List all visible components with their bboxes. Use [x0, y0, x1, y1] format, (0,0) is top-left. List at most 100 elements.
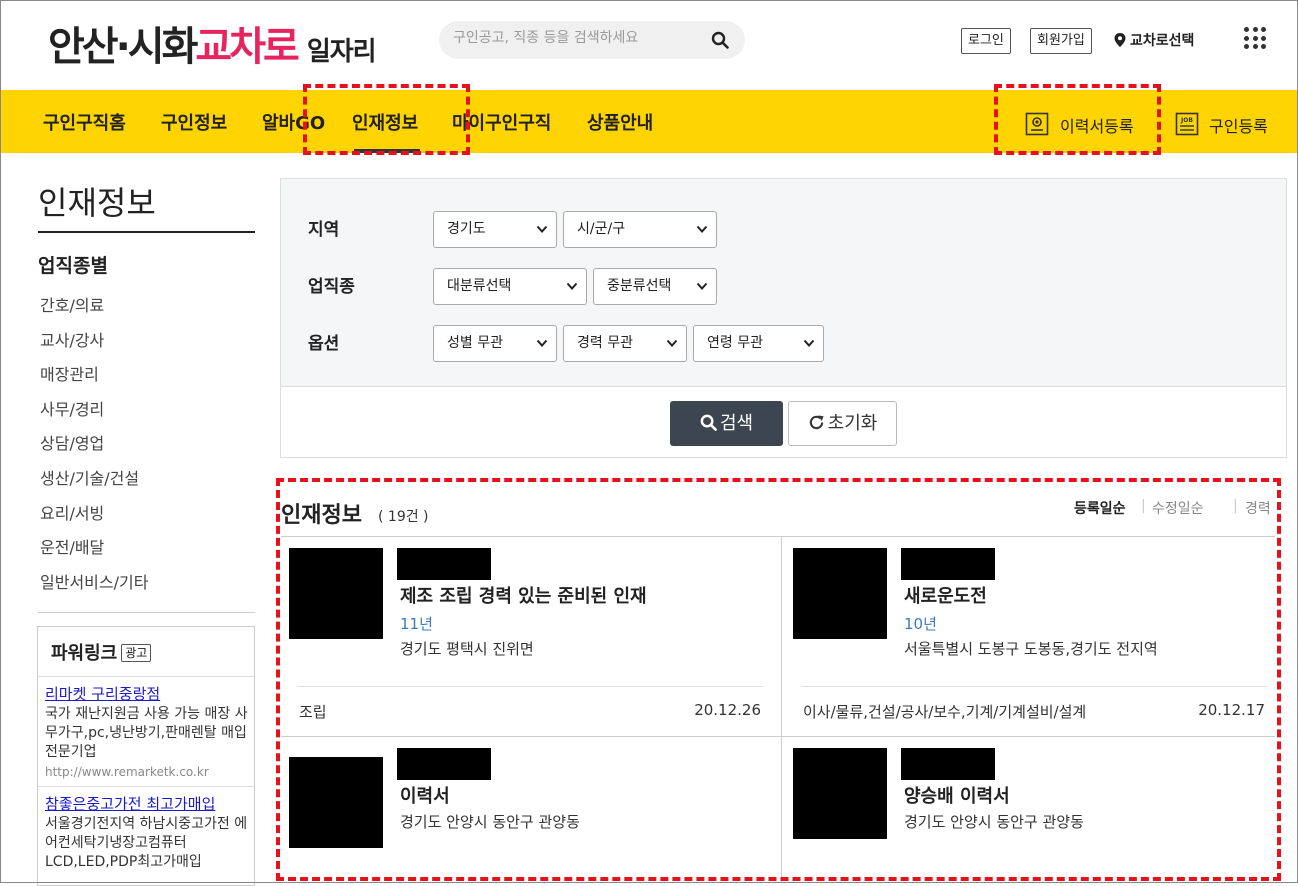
nav-item-jobs[interactable]: 구인정보 — [161, 109, 227, 135]
gender-value: 성별 무관 — [447, 335, 503, 351]
card-title[interactable]: 제조 조립 경력 있는 준비된 인재 — [400, 582, 647, 608]
powerlink-ads: 파워링크 광고 리마켓 구리중랑점 국가 재난지원금 사용 가능 매장 사무가구,… — [37, 626, 255, 886]
refresh-icon — [809, 415, 824, 430]
talent-card[interactable]: 양승배 이력서 경기도 안양시 동안구 관양동 — [785, 737, 1279, 882]
sort-divider: | — [1141, 498, 1146, 514]
logo-part1: 안산·시화 — [48, 24, 198, 70]
chevron-down-icon — [566, 282, 578, 290]
sort-divider: | — [1233, 498, 1238, 514]
ad-link[interactable]: 참좋은중고가전 최고가매입 — [45, 793, 248, 815]
search-icon — [700, 414, 717, 431]
login-button[interactable]: 로그인 — [961, 28, 1011, 54]
sidebar-title-underline — [38, 231, 255, 233]
major-category-select[interactable]: 대분류선택 — [433, 268, 587, 305]
sidebar-divider — [38, 612, 255, 613]
job-register-link[interactable]: 구인등록 — [1209, 113, 1268, 137]
ad-description: 국가 재난지원금 사용 가능 매장 사무가구,pc,냉난방기,판매렌탈 매입 전… — [45, 706, 248, 760]
search-button[interactable]: 검색 — [670, 401, 783, 446]
nav-item-talent[interactable]: 인재정보 — [352, 109, 418, 135]
category-item[interactable]: 간호/의료 — [40, 294, 148, 329]
nav-item-home[interactable]: 구인구직홈 — [43, 109, 126, 135]
resume-icon — [1025, 112, 1049, 136]
results-title: 인재정보 — [281, 503, 362, 528]
search-icon[interactable] — [711, 31, 729, 49]
profile-photo-redacted — [793, 748, 887, 839]
category-item[interactable]: 생산/기술/건설 — [40, 467, 148, 502]
location-select[interactable]: 교차로선택 — [1114, 30, 1194, 50]
middle-category-value: 중분류선택 — [607, 278, 672, 294]
sidebar-subtitle: 업직종별 — [38, 255, 108, 277]
svg-text:JOB: JOB — [1180, 117, 1193, 124]
ad-url[interactable]: http://www.remarketk.co.kr — [45, 762, 248, 782]
profile-photo-redacted — [289, 548, 383, 639]
card-title[interactable]: 양승배 이력서 — [904, 782, 1010, 808]
name-redacted — [397, 748, 491, 780]
location-pin-icon — [1114, 33, 1126, 47]
talent-card[interactable]: 제조 조립 경력 있는 준비된 인재 11년 경기도 평택시 진위면 조립 20… — [281, 537, 775, 736]
nav-item-my[interactable]: 마이구인구직 — [452, 109, 551, 135]
nav-active-indicator — [354, 149, 420, 153]
nav-item-albago[interactable]: 알바GO — [262, 109, 325, 135]
career-select[interactable]: 경력 무관 — [563, 325, 687, 362]
option-label: 옵션 — [308, 334, 340, 354]
chevron-down-icon — [536, 225, 548, 233]
name-redacted — [901, 548, 995, 580]
age-select[interactable]: 연령 무관 — [693, 325, 824, 362]
talent-card[interactable]: 이력서 경기도 안양시 동안구 관양동 — [281, 737, 775, 882]
category-item[interactable]: 상담/영업 — [40, 432, 148, 467]
card-region: 경기도 평택시 진위면 — [400, 640, 534, 658]
sort-career[interactable]: 경력 — [1245, 498, 1271, 518]
chevron-down-icon — [666, 339, 678, 347]
card-date: 20.12.17 — [1198, 701, 1265, 719]
chevron-down-icon — [696, 225, 708, 233]
job-post-icon: JOB — [1175, 112, 1199, 136]
city-select[interactable]: 시/군/구 — [563, 211, 717, 248]
powerlink-title: 파워링크 — [51, 643, 118, 664]
gender-select[interactable]: 성별 무관 — [433, 325, 557, 362]
results-count: ( 19건 ) — [378, 509, 429, 525]
category-item[interactable]: 운전/배달 — [40, 536, 148, 571]
ad-badge: 광고 — [121, 644, 152, 662]
sort-modified[interactable]: 수정일순 — [1152, 498, 1204, 518]
category-item[interactable]: 일반서비스/기타 — [40, 571, 148, 606]
resume-register-link[interactable]: 이력서등록 — [1060, 113, 1134, 137]
all-menu-icon[interactable] — [1244, 27, 1266, 49]
powerlink-header: 파워링크 광고 — [38, 627, 254, 677]
grid-divider-vertical — [781, 537, 782, 882]
header: 안산·시화교차로일자리 로그인 회원가입 교차로선택 — [0, 0, 1298, 90]
province-select[interactable]: 경기도 — [433, 211, 557, 248]
card-career: 10년 — [904, 615, 937, 633]
search-box — [439, 21, 745, 59]
card-region: 서울특별시 도봉구 도봉동,경기도 전지역 — [904, 640, 1158, 658]
card-title[interactable]: 새로운도전 — [904, 582, 987, 608]
site-logo[interactable]: 안산·시화교차로 일자리 — [48, 14, 377, 72]
results-grid: 제조 조립 경력 있는 준비된 인재 11년 경기도 평택시 진위면 조립 20… — [281, 536, 1275, 882]
middle-category-select[interactable]: 중분류선택 — [593, 268, 717, 305]
card-region: 경기도 안양시 동안구 관양동 — [400, 813, 580, 831]
ad-link[interactable]: 리마켓 구리중랑점 — [45, 683, 248, 705]
category-item[interactable]: 사무/경리 — [40, 398, 148, 433]
card-job-tags: 조립 — [299, 703, 327, 721]
ad-item: 참좋은중고가전 최고가매입 서울경기전지역 하남시중고가전 에어컨세탁기냉장고컴… — [38, 787, 254, 876]
ad-description: 서울경기전지역 하남시중고가전 에어컨세탁기냉장고컴퓨터LCD,LED,PDP최… — [45, 816, 248, 870]
filter-actions: 검색 초기화 — [281, 387, 1286, 457]
reset-button[interactable]: 초기화 — [788, 401, 897, 446]
search-input[interactable] — [453, 30, 703, 46]
card-title[interactable]: 이력서 — [400, 782, 450, 808]
search-filter-panel: 지역 업직종 옵션 경기도 시/군/구 대분류선택 중분류선택 성별 무관 경력… — [280, 178, 1287, 458]
card-region: 경기도 안양시 동안구 관양동 — [904, 813, 1084, 831]
profile-photo-redacted — [793, 548, 887, 639]
card-job-tags: 이사/물류,건설/공사/보수,기계/기계설비/설계 — [803, 703, 1087, 721]
nav-item-products[interactable]: 상품안내 — [587, 109, 653, 135]
region-label: 지역 — [308, 220, 340, 240]
category-item[interactable]: 요리/서빙 — [40, 502, 148, 537]
profile-photo-redacted — [289, 757, 383, 848]
talent-card[interactable]: 새로운도전 10년 서울특별시 도봉구 도봉동,경기도 전지역 이사/물류,건설… — [785, 537, 1279, 736]
category-item[interactable]: 교사/강사 — [40, 329, 148, 364]
city-value: 시/군/구 — [577, 221, 626, 237]
category-item[interactable]: 매장관리 — [40, 363, 148, 398]
signup-button[interactable]: 회원가입 — [1030, 28, 1092, 54]
sidebar-title: 인재정보 — [38, 184, 156, 222]
location-label: 교차로선택 — [1130, 33, 1195, 49]
sort-registered[interactable]: 등록일순 — [1074, 498, 1126, 518]
